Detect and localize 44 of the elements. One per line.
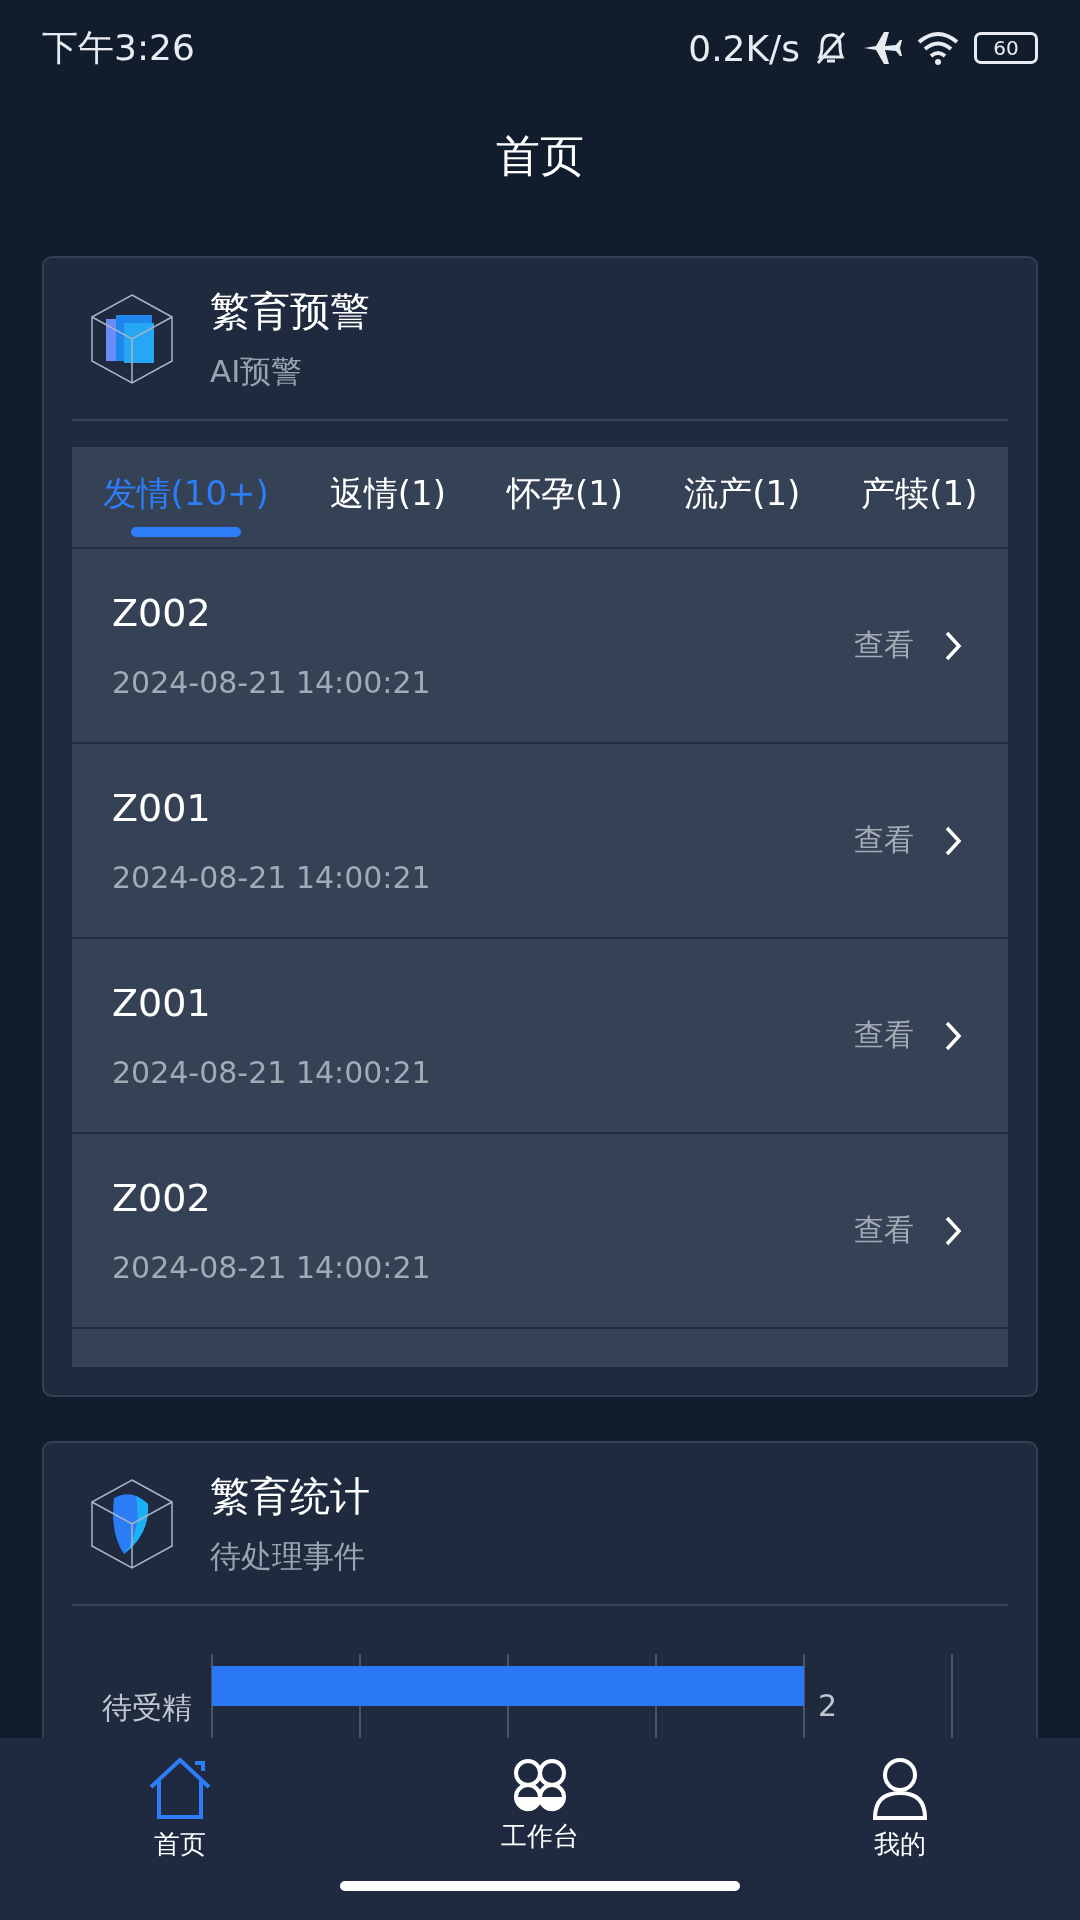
home-icon [147, 1757, 213, 1821]
chevron-icon [944, 1019, 962, 1052]
wifi-icon [916, 30, 960, 66]
category-tab[interactable]: 产犊(1) [861, 447, 978, 547]
value-label: 2 [818, 1688, 838, 1723]
view-link[interactable]: 查看 [848, 1014, 968, 1057]
category-tab[interactable]: 返情(1) [329, 447, 446, 547]
nav-tab[interactable]: 工作台 [440, 1756, 640, 1863]
chevron-icon [944, 824, 962, 857]
person-icon [872, 1757, 928, 1821]
category-tab[interactable]: 怀孕(1) [506, 447, 624, 547]
alert-row[interactable]: Z002 2024-08-21 14:00:21 查看 [72, 549, 1008, 744]
battery-indicator: 60 [974, 32, 1038, 64]
animal-id: Z001 [112, 786, 212, 830]
alert-row[interactable]: Z002 2024-08-21 14:00:21 查看 [72, 1134, 1008, 1329]
chevron-icon [944, 629, 962, 662]
clover-icon [512, 1757, 568, 1813]
animal-id: Z002 [112, 1176, 212, 1220]
alert-row[interactable]: Z001 2024-08-21 14:00:21 查看 [72, 744, 1008, 939]
page-title: 首页 [495, 128, 585, 183]
animal-id: Z001 [112, 981, 212, 1025]
view-link[interactable]: 查看 [848, 1209, 968, 1252]
muted-bell-icon [814, 29, 848, 67]
card-subtitle: AI预警 [210, 352, 304, 391]
network-speed: 0.2K/s [688, 27, 800, 69]
view-link[interactable]: 查看 [848, 624, 968, 667]
status-time: 下午3:26 [42, 25, 196, 70]
view-link[interactable]: 查看 [848, 819, 968, 862]
alert-row[interactable] [72, 1329, 1008, 1367]
category-label: 待受精 [102, 1690, 192, 1725]
alert-time: 2024-08-21 14:00:21 [112, 860, 432, 895]
card-title: 繁育统计 [210, 1472, 370, 1521]
alert-row[interactable]: Z001 2024-08-21 14:00:21 查看 [72, 939, 1008, 1134]
alert-time: 2024-08-21 14:00:21 [112, 1250, 432, 1285]
animal-id: Z002 [112, 591, 212, 635]
card-title: 繁育预警 [210, 287, 370, 336]
card-subtitle: 待处理事件 [210, 1537, 366, 1576]
alert-time: 2024-08-21 14:00:21 [112, 665, 432, 700]
alert-time: 2024-08-21 14:00:21 [112, 1055, 432, 1090]
nav-tab[interactable]: 首页 [80, 1756, 280, 1863]
chevron-icon [944, 1214, 962, 1247]
category-tab[interactable]: 流产(1) [684, 447, 801, 547]
nav-tab[interactable]: 我的 [800, 1756, 1000, 1863]
home-indicator[interactable] [340, 1881, 740, 1891]
